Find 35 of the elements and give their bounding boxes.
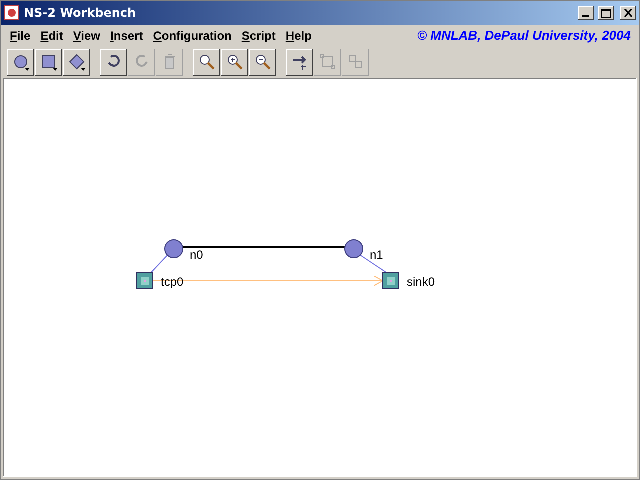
diamond-icon (68, 53, 86, 71)
minimize-button[interactable] (578, 6, 594, 20)
node-label: n0 (190, 248, 204, 262)
agent-square[interactable] (382, 272, 400, 290)
magnifier-icon (198, 53, 216, 71)
caret-icon (81, 68, 86, 70)
circle-icon (12, 53, 30, 71)
maximize-button[interactable] (598, 6, 614, 20)
menu-item[interactable]: Script (236, 28, 281, 42)
ungroup-icon (346, 53, 364, 71)
zoom-out-icon (254, 53, 272, 71)
square-icon (40, 53, 58, 71)
maximize-icon (601, 8, 611, 18)
node-label: sink0 (407, 275, 436, 289)
close-icon (624, 9, 632, 17)
caret-icon (53, 68, 58, 70)
group-icon (318, 53, 336, 71)
agent-square[interactable] (136, 272, 154, 290)
menu-item[interactable]: Help (280, 28, 317, 42)
menu-item[interactable]: Configuration (148, 28, 237, 42)
node-label: tcp0 (161, 275, 184, 289)
window-title: NS-2 Workbench (24, 6, 138, 20)
menu-item[interactable]: Insert (106, 28, 148, 42)
menu-item[interactable]: File (5, 28, 36, 42)
node-circle[interactable] (164, 240, 184, 258)
node-label: n1 (370, 248, 384, 262)
menu-item[interactable]: View (68, 28, 106, 42)
node-circle[interactable] (344, 240, 364, 258)
attach-line (150, 254, 168, 274)
menu-item[interactable]: Edit (36, 28, 68, 42)
app-icon (4, 5, 20, 21)
close-button[interactable] (620, 6, 636, 20)
caret-icon (25, 68, 30, 70)
zoom-in-icon (226, 53, 244, 71)
copyright-text: © MNLAB, DePaul University, 2004 (417, 28, 632, 43)
